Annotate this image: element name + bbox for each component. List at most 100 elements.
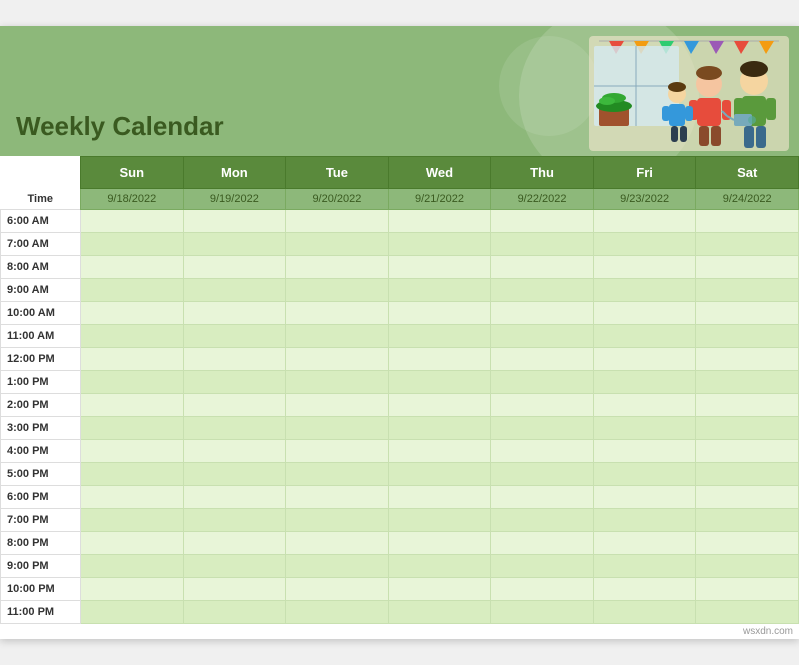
day-cell[interactable] — [593, 371, 696, 394]
day-cell[interactable] — [696, 233, 799, 256]
day-cell[interactable] — [388, 440, 491, 463]
day-cell[interactable] — [491, 463, 594, 486]
day-cell[interactable] — [183, 256, 286, 279]
day-cell[interactable] — [388, 578, 491, 601]
day-cell[interactable] — [286, 440, 389, 463]
day-cell[interactable] — [286, 486, 389, 509]
day-cell[interactable] — [491, 371, 594, 394]
day-cell[interactable] — [593, 532, 696, 555]
day-cell[interactable] — [388, 256, 491, 279]
day-cell[interactable] — [183, 532, 286, 555]
day-cell[interactable] — [388, 394, 491, 417]
day-cell[interactable] — [491, 394, 594, 417]
day-cell[interactable] — [696, 486, 799, 509]
day-cell[interactable] — [491, 417, 594, 440]
day-cell[interactable] — [593, 601, 696, 624]
day-cell[interactable] — [81, 279, 184, 302]
day-cell[interactable] — [491, 233, 594, 256]
day-cell[interactable] — [491, 256, 594, 279]
day-cell[interactable] — [388, 279, 491, 302]
day-cell[interactable] — [183, 463, 286, 486]
day-cell[interactable] — [388, 509, 491, 532]
day-cell[interactable] — [183, 233, 286, 256]
day-cell[interactable] — [491, 302, 594, 325]
day-cell[interactable] — [286, 555, 389, 578]
day-cell[interactable] — [81, 210, 184, 233]
day-cell[interactable] — [388, 325, 491, 348]
day-cell[interactable] — [81, 486, 184, 509]
day-cell[interactable] — [696, 302, 799, 325]
day-cell[interactable] — [81, 417, 184, 440]
day-cell[interactable] — [491, 440, 594, 463]
day-cell[interactable] — [491, 348, 594, 371]
day-cell[interactable] — [696, 417, 799, 440]
day-cell[interactable] — [81, 463, 184, 486]
day-cell[interactable] — [593, 279, 696, 302]
day-cell[interactable] — [491, 601, 594, 624]
day-cell[interactable] — [183, 394, 286, 417]
day-cell[interactable] — [183, 279, 286, 302]
day-cell[interactable] — [286, 279, 389, 302]
day-cell[interactable] — [696, 279, 799, 302]
day-cell[interactable] — [388, 555, 491, 578]
day-cell[interactable] — [388, 302, 491, 325]
day-cell[interactable] — [388, 463, 491, 486]
day-cell[interactable] — [183, 555, 286, 578]
day-cell[interactable] — [696, 325, 799, 348]
day-cell[interactable] — [81, 532, 184, 555]
day-cell[interactable] — [696, 256, 799, 279]
day-cell[interactable] — [286, 371, 389, 394]
day-cell[interactable] — [696, 601, 799, 624]
day-cell[interactable] — [81, 256, 184, 279]
day-cell[interactable] — [593, 233, 696, 256]
day-cell[interactable] — [286, 532, 389, 555]
day-cell[interactable] — [183, 302, 286, 325]
day-cell[interactable] — [183, 509, 286, 532]
day-cell[interactable] — [388, 601, 491, 624]
day-cell[interactable] — [593, 417, 696, 440]
day-cell[interactable] — [183, 325, 286, 348]
day-cell[interactable] — [286, 348, 389, 371]
day-cell[interactable] — [286, 601, 389, 624]
day-cell[interactable] — [388, 371, 491, 394]
day-cell[interactable] — [286, 578, 389, 601]
day-cell[interactable] — [593, 578, 696, 601]
day-cell[interactable] — [286, 210, 389, 233]
day-cell[interactable] — [183, 440, 286, 463]
day-cell[interactable] — [81, 555, 184, 578]
day-cell[interactable] — [491, 555, 594, 578]
day-cell[interactable] — [491, 578, 594, 601]
day-cell[interactable] — [593, 256, 696, 279]
day-cell[interactable] — [696, 348, 799, 371]
day-cell[interactable] — [286, 509, 389, 532]
day-cell[interactable] — [593, 509, 696, 532]
day-cell[interactable] — [491, 279, 594, 302]
day-cell[interactable] — [81, 578, 184, 601]
day-cell[interactable] — [491, 210, 594, 233]
day-cell[interactable] — [593, 348, 696, 371]
day-cell[interactable] — [286, 325, 389, 348]
day-cell[interactable] — [491, 325, 594, 348]
day-cell[interactable] — [286, 463, 389, 486]
day-cell[interactable] — [81, 302, 184, 325]
day-cell[interactable] — [388, 210, 491, 233]
day-cell[interactable] — [81, 440, 184, 463]
day-cell[interactable] — [696, 210, 799, 233]
day-cell[interactable] — [183, 601, 286, 624]
day-cell[interactable] — [183, 210, 286, 233]
day-cell[interactable] — [491, 509, 594, 532]
day-cell[interactable] — [81, 233, 184, 256]
day-cell[interactable] — [388, 486, 491, 509]
day-cell[interactable] — [81, 601, 184, 624]
day-cell[interactable] — [593, 302, 696, 325]
day-cell[interactable] — [286, 233, 389, 256]
day-cell[interactable] — [388, 348, 491, 371]
day-cell[interactable] — [183, 578, 286, 601]
day-cell[interactable] — [696, 555, 799, 578]
day-cell[interactable] — [593, 555, 696, 578]
day-cell[interactable] — [593, 394, 696, 417]
day-cell[interactable] — [183, 417, 286, 440]
day-cell[interactable] — [696, 463, 799, 486]
day-cell[interactable] — [388, 233, 491, 256]
day-cell[interactable] — [286, 417, 389, 440]
